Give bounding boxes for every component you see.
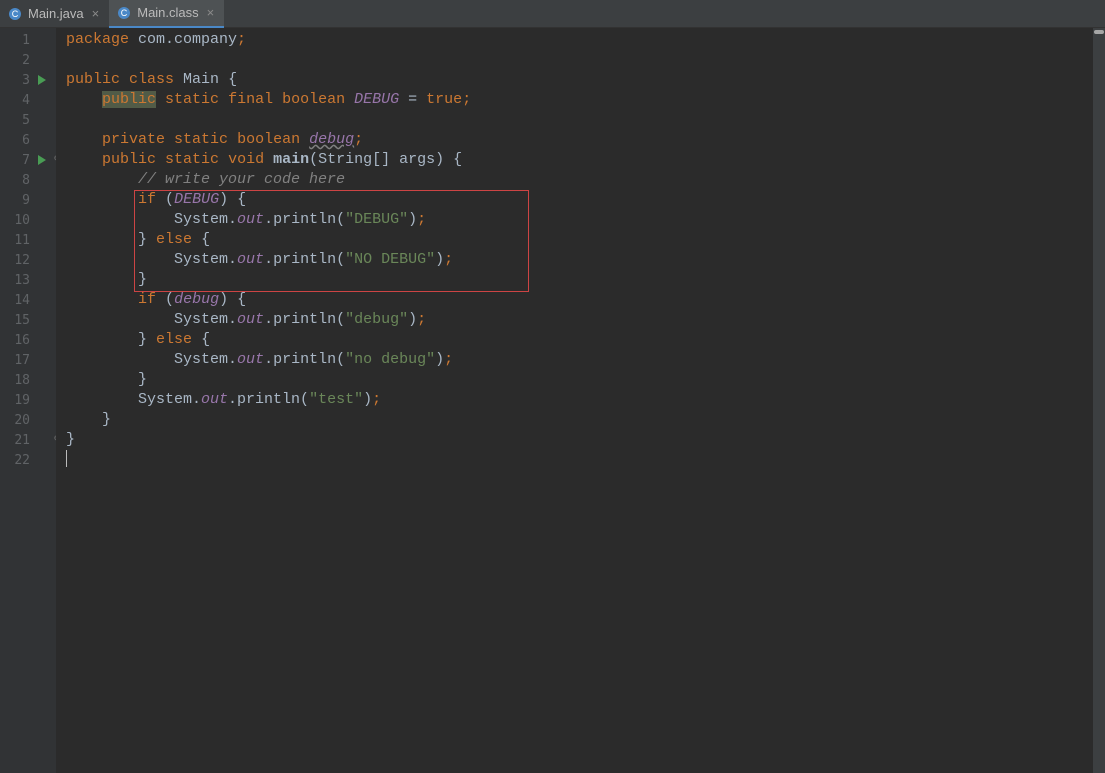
- svg-text:C: C: [121, 8, 128, 18]
- tab-label: Main.class: [137, 5, 198, 20]
- tab-main-class[interactable]: C Main.class ×: [109, 0, 224, 28]
- tab-main-java[interactable]: C Main.java ×: [0, 0, 109, 28]
- code-line: [66, 50, 1105, 70]
- tab-bar: C Main.java × C Main.class ×: [0, 0, 1105, 28]
- line-number: 9: [22, 193, 30, 208]
- code-line: }: [66, 270, 1105, 290]
- line-number: 15: [14, 313, 30, 328]
- text-cursor: [66, 450, 67, 467]
- run-gutter-icon[interactable]: [38, 75, 46, 85]
- line-number: 12: [14, 253, 30, 268]
- gutter[interactable]: 1 2 3 4 5 6 7⊖ 8 9 10 11 12 13 14 15 16 …: [0, 28, 56, 773]
- code-line: public static final boolean DEBUG = true…: [66, 90, 1105, 110]
- code-line: package com.company;: [66, 30, 1105, 50]
- code-line: System.out.println("NO DEBUG");: [66, 250, 1105, 270]
- line-number: 22: [14, 453, 30, 468]
- svg-text:C: C: [12, 9, 19, 19]
- run-gutter-icon[interactable]: [38, 155, 46, 165]
- code-line: }: [66, 370, 1105, 390]
- line-number: 2: [22, 53, 30, 68]
- line-number: 17: [14, 353, 30, 368]
- tab-label: Main.java: [28, 6, 84, 21]
- line-number: 20: [14, 413, 30, 428]
- line-number: 1: [22, 33, 30, 48]
- line-number: 6: [22, 133, 30, 148]
- code-line: public static void main(String[] args) {: [66, 150, 1105, 170]
- line-number: 13: [14, 273, 30, 288]
- code-line: // write your code here: [66, 170, 1105, 190]
- line-number: 4: [22, 93, 30, 108]
- line-number: 14: [14, 293, 30, 308]
- line-number: 19: [14, 393, 30, 408]
- code-area[interactable]: package com.company; public class Main {…: [56, 28, 1105, 773]
- code-line: if (debug) {: [66, 290, 1105, 310]
- line-number: 10: [14, 213, 30, 228]
- code-line: private static boolean debug;: [66, 130, 1105, 150]
- class-file-icon: C: [117, 6, 131, 20]
- code-line: System.out.println("test");: [66, 390, 1105, 410]
- line-number: 16: [14, 333, 30, 348]
- line-number: 3: [22, 73, 30, 88]
- close-icon[interactable]: ×: [90, 6, 102, 21]
- vertical-scrollbar[interactable]: [1093, 28, 1105, 773]
- line-number: 8: [22, 173, 30, 188]
- line-number: 18: [14, 373, 30, 388]
- code-line: public class Main {: [66, 70, 1105, 90]
- close-icon[interactable]: ×: [205, 5, 217, 20]
- line-number: 21: [14, 433, 30, 448]
- code-line: } else {: [66, 230, 1105, 250]
- editor: 1 2 3 4 5 6 7⊖ 8 9 10 11 12 13 14 15 16 …: [0, 28, 1105, 773]
- code-line: [66, 110, 1105, 130]
- code-line: }: [66, 410, 1105, 430]
- line-number: 5: [22, 113, 30, 128]
- code-line: System.out.println("no debug");: [66, 350, 1105, 370]
- code-line: [66, 450, 1105, 470]
- line-number: 11: [14, 233, 30, 248]
- code-line: if (DEBUG) {: [66, 190, 1105, 210]
- code-line: } else {: [66, 330, 1105, 350]
- code-line: System.out.println("debug");: [66, 310, 1105, 330]
- java-file-icon: C: [8, 7, 22, 21]
- code-line: }: [66, 430, 1105, 450]
- line-number: 7: [22, 153, 30, 168]
- code-line: System.out.println("DEBUG");: [66, 210, 1105, 230]
